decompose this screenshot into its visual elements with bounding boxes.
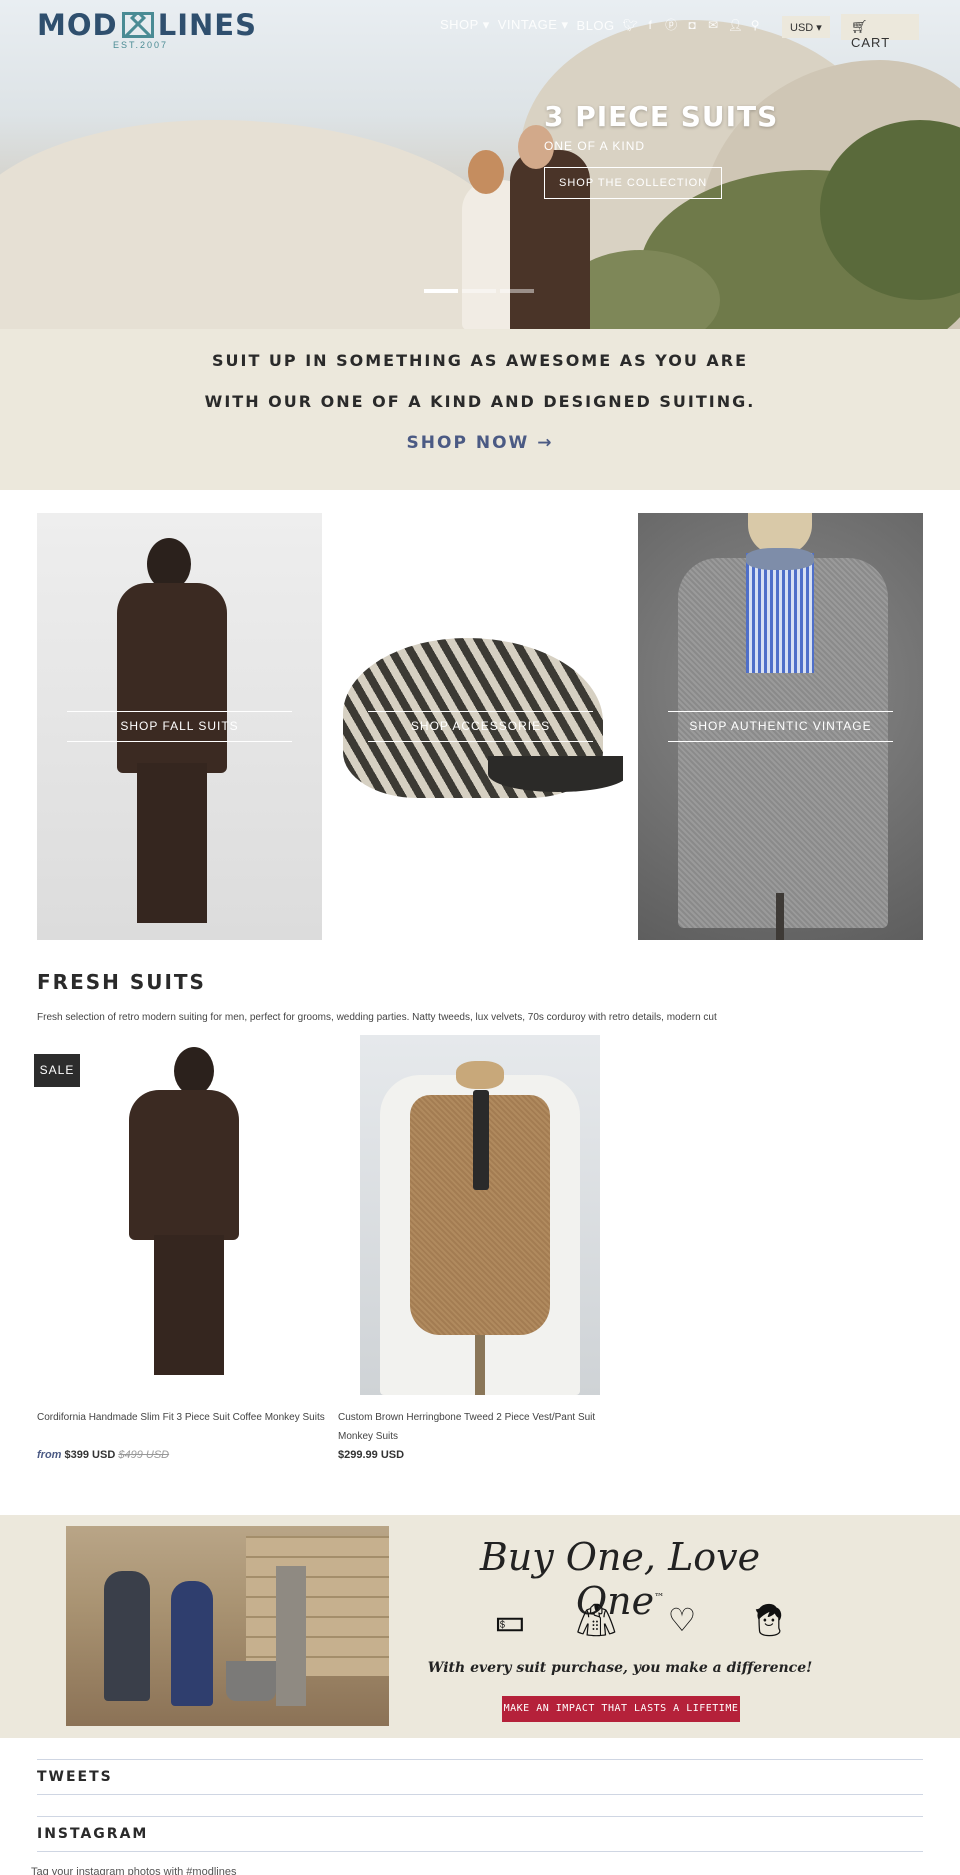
hero-shop-collection-button[interactable]: SHOP THE COLLECTION bbox=[544, 167, 723, 199]
product-title-1[interactable]: Cordifornia Handmade Slim Fit 3 Piece Su… bbox=[37, 1408, 327, 1427]
hero-bride-head bbox=[468, 150, 504, 194]
shop-now-link[interactable]: SHOP NOW → bbox=[0, 433, 960, 453]
cart-button[interactable]: 🛒︎ CART bbox=[841, 14, 919, 50]
price-current: $399 USD bbox=[64, 1449, 116, 1461]
twitter-icon[interactable]: 🐦︎ bbox=[623, 18, 638, 32]
make-an-impact-button[interactable]: MAKE AN IMPACT THAT LASTS A LIFETIME bbox=[502, 1696, 740, 1722]
account-icon[interactable]: 👤︎ bbox=[728, 18, 743, 32]
instagram-title: INSTAGRAM bbox=[37, 1826, 149, 1842]
cart-label: CART bbox=[851, 35, 891, 50]
banner-line-2: WITH OUR ONE OF A KIND AND DESIGNED SUIT… bbox=[204, 392, 756, 411]
promo-banner: SUIT UP IN SOMETHING AS AWESOME AS YOU A… bbox=[0, 329, 960, 490]
price-prefix: from bbox=[37, 1449, 62, 1461]
mannequin-stand bbox=[776, 893, 784, 940]
currency-select[interactable]: USD ▾ bbox=[782, 16, 830, 38]
tile-label: SHOP ACCESSORIES bbox=[368, 711, 593, 742]
instagram-note: Tag your instagram photos with #modlines bbox=[31, 1866, 237, 1875]
money-icon: 💵︎ bbox=[495, 1602, 525, 1638]
mannequin-stand bbox=[475, 1335, 485, 1395]
email-icon[interactable]: ✉ bbox=[707, 18, 720, 32]
slider-dot-3[interactable] bbox=[500, 289, 534, 293]
slider-dot-2[interactable] bbox=[462, 289, 496, 293]
nav-blog[interactable]: BLOG bbox=[577, 18, 615, 33]
fresh-suits-description: Fresh selection of retro modern suiting … bbox=[37, 1012, 717, 1023]
tweets-section: TWEETS bbox=[37, 1759, 923, 1795]
collection-tile-fall-suits[interactable]: SHOP FALL SUITS bbox=[37, 513, 322, 940]
product-price-2: $299.99 USD bbox=[338, 1449, 404, 1461]
mannequin-neck bbox=[456, 1061, 504, 1089]
price-current: $299.99 USD bbox=[338, 1449, 405, 1461]
collection-tile-accessories[interactable]: SHOP ACCESSORIES bbox=[338, 513, 623, 940]
logo-text-lines: LINES bbox=[157, 8, 257, 42]
gingham-shirt bbox=[746, 553, 814, 673]
model-head bbox=[174, 1047, 214, 1095]
product-price-1: from $399 USD $499 USD bbox=[37, 1449, 169, 1461]
impact-tagline: With every suit purchase, you make a dif… bbox=[427, 1660, 813, 1676]
slider-dot-1[interactable] bbox=[424, 289, 458, 293]
nav-shop[interactable]: SHOP ▾ bbox=[440, 17, 490, 33]
hero-subtitle: ONE OF A KIND bbox=[544, 139, 646, 153]
price-compare: $499 USD bbox=[118, 1449, 170, 1461]
child-icon: 🧒︎ bbox=[748, 1602, 789, 1638]
bow-tie bbox=[746, 548, 814, 570]
cart-icon: 🛒︎ bbox=[851, 19, 869, 34]
black-tie bbox=[473, 1090, 489, 1190]
chevron-down-icon: ▾ bbox=[816, 22, 822, 34]
model-trousers bbox=[154, 1235, 224, 1375]
tile-label: SHOP AUTHENTIC VINTAGE bbox=[668, 711, 893, 742]
facebook-icon[interactable]: f bbox=[644, 18, 657, 32]
search-icon[interactable]: ⚲ bbox=[749, 18, 762, 32]
collection-tile-vintage[interactable]: SHOP AUTHENTIC VINTAGE bbox=[638, 513, 923, 940]
logo-text-mod: MOD bbox=[37, 8, 118, 42]
instagram-section: INSTAGRAM bbox=[37, 1816, 923, 1852]
children-water-pump-photo bbox=[66, 1526, 389, 1726]
hero-caption: 3 PIECE SUITS ONE OF A KIND SHOP THE COL… bbox=[544, 100, 844, 199]
tweets-title: TWEETS bbox=[37, 1769, 113, 1785]
model-trousers bbox=[137, 763, 207, 923]
logo[interactable]: MOD LINES EST.2007 bbox=[37, 8, 257, 52]
tile-label: SHOP FALL SUITS bbox=[67, 711, 292, 742]
model-jacket bbox=[117, 583, 227, 773]
heart-icon: ♡ bbox=[667, 1602, 697, 1638]
slider-dots bbox=[424, 289, 534, 293]
page: 3 PIECE SUITS ONE OF A KIND SHOP THE COL… bbox=[0, 0, 960, 1875]
product-image-1[interactable] bbox=[59, 1035, 299, 1395]
nav-vintage[interactable]: VINTAGE ▾ bbox=[498, 17, 569, 33]
product-title-2[interactable]: Custom Brown Herringbone Tweed 2 Piece V… bbox=[338, 1408, 628, 1446]
chevron-down-icon: ▾ bbox=[482, 17, 490, 32]
product-image-2[interactable] bbox=[360, 1035, 600, 1395]
main-nav: SHOP ▾ VINTAGE ▾ BLOG 🐦︎ f ⓟ ◘ ✉ 👤︎ ⚲ bbox=[440, 17, 762, 33]
sale-badge: SALE bbox=[34, 1054, 80, 1087]
model-jacket bbox=[129, 1090, 239, 1240]
impact-icons: 💵︎ 🧥︎ ♡ 🧒︎ bbox=[490, 1598, 789, 1642]
jacket-icon: 🧥︎ bbox=[576, 1602, 617, 1638]
buy-one-love-one-section: Buy One, Love One™ 💵︎ 🧥︎ ♡ 🧒︎ With every… bbox=[0, 1515, 960, 1738]
hero-title: 3 PIECE SUITS bbox=[544, 100, 779, 133]
site-header: MOD LINES EST.2007 SHOP ▾ VINTAGE ▾ BLOG… bbox=[0, 0, 960, 60]
chevron-down-icon: ▾ bbox=[561, 17, 569, 32]
hero-rock bbox=[0, 120, 520, 329]
envelope-icon bbox=[121, 12, 154, 38]
banner-line-1: SUIT UP IN SOMETHING AS AWESOME AS YOU A… bbox=[211, 351, 749, 370]
pinterest-icon[interactable]: ⓟ bbox=[665, 18, 678, 32]
fresh-suits-title: FRESH SUITS bbox=[37, 970, 206, 994]
instagram-icon[interactable]: ◘ bbox=[686, 18, 699, 32]
